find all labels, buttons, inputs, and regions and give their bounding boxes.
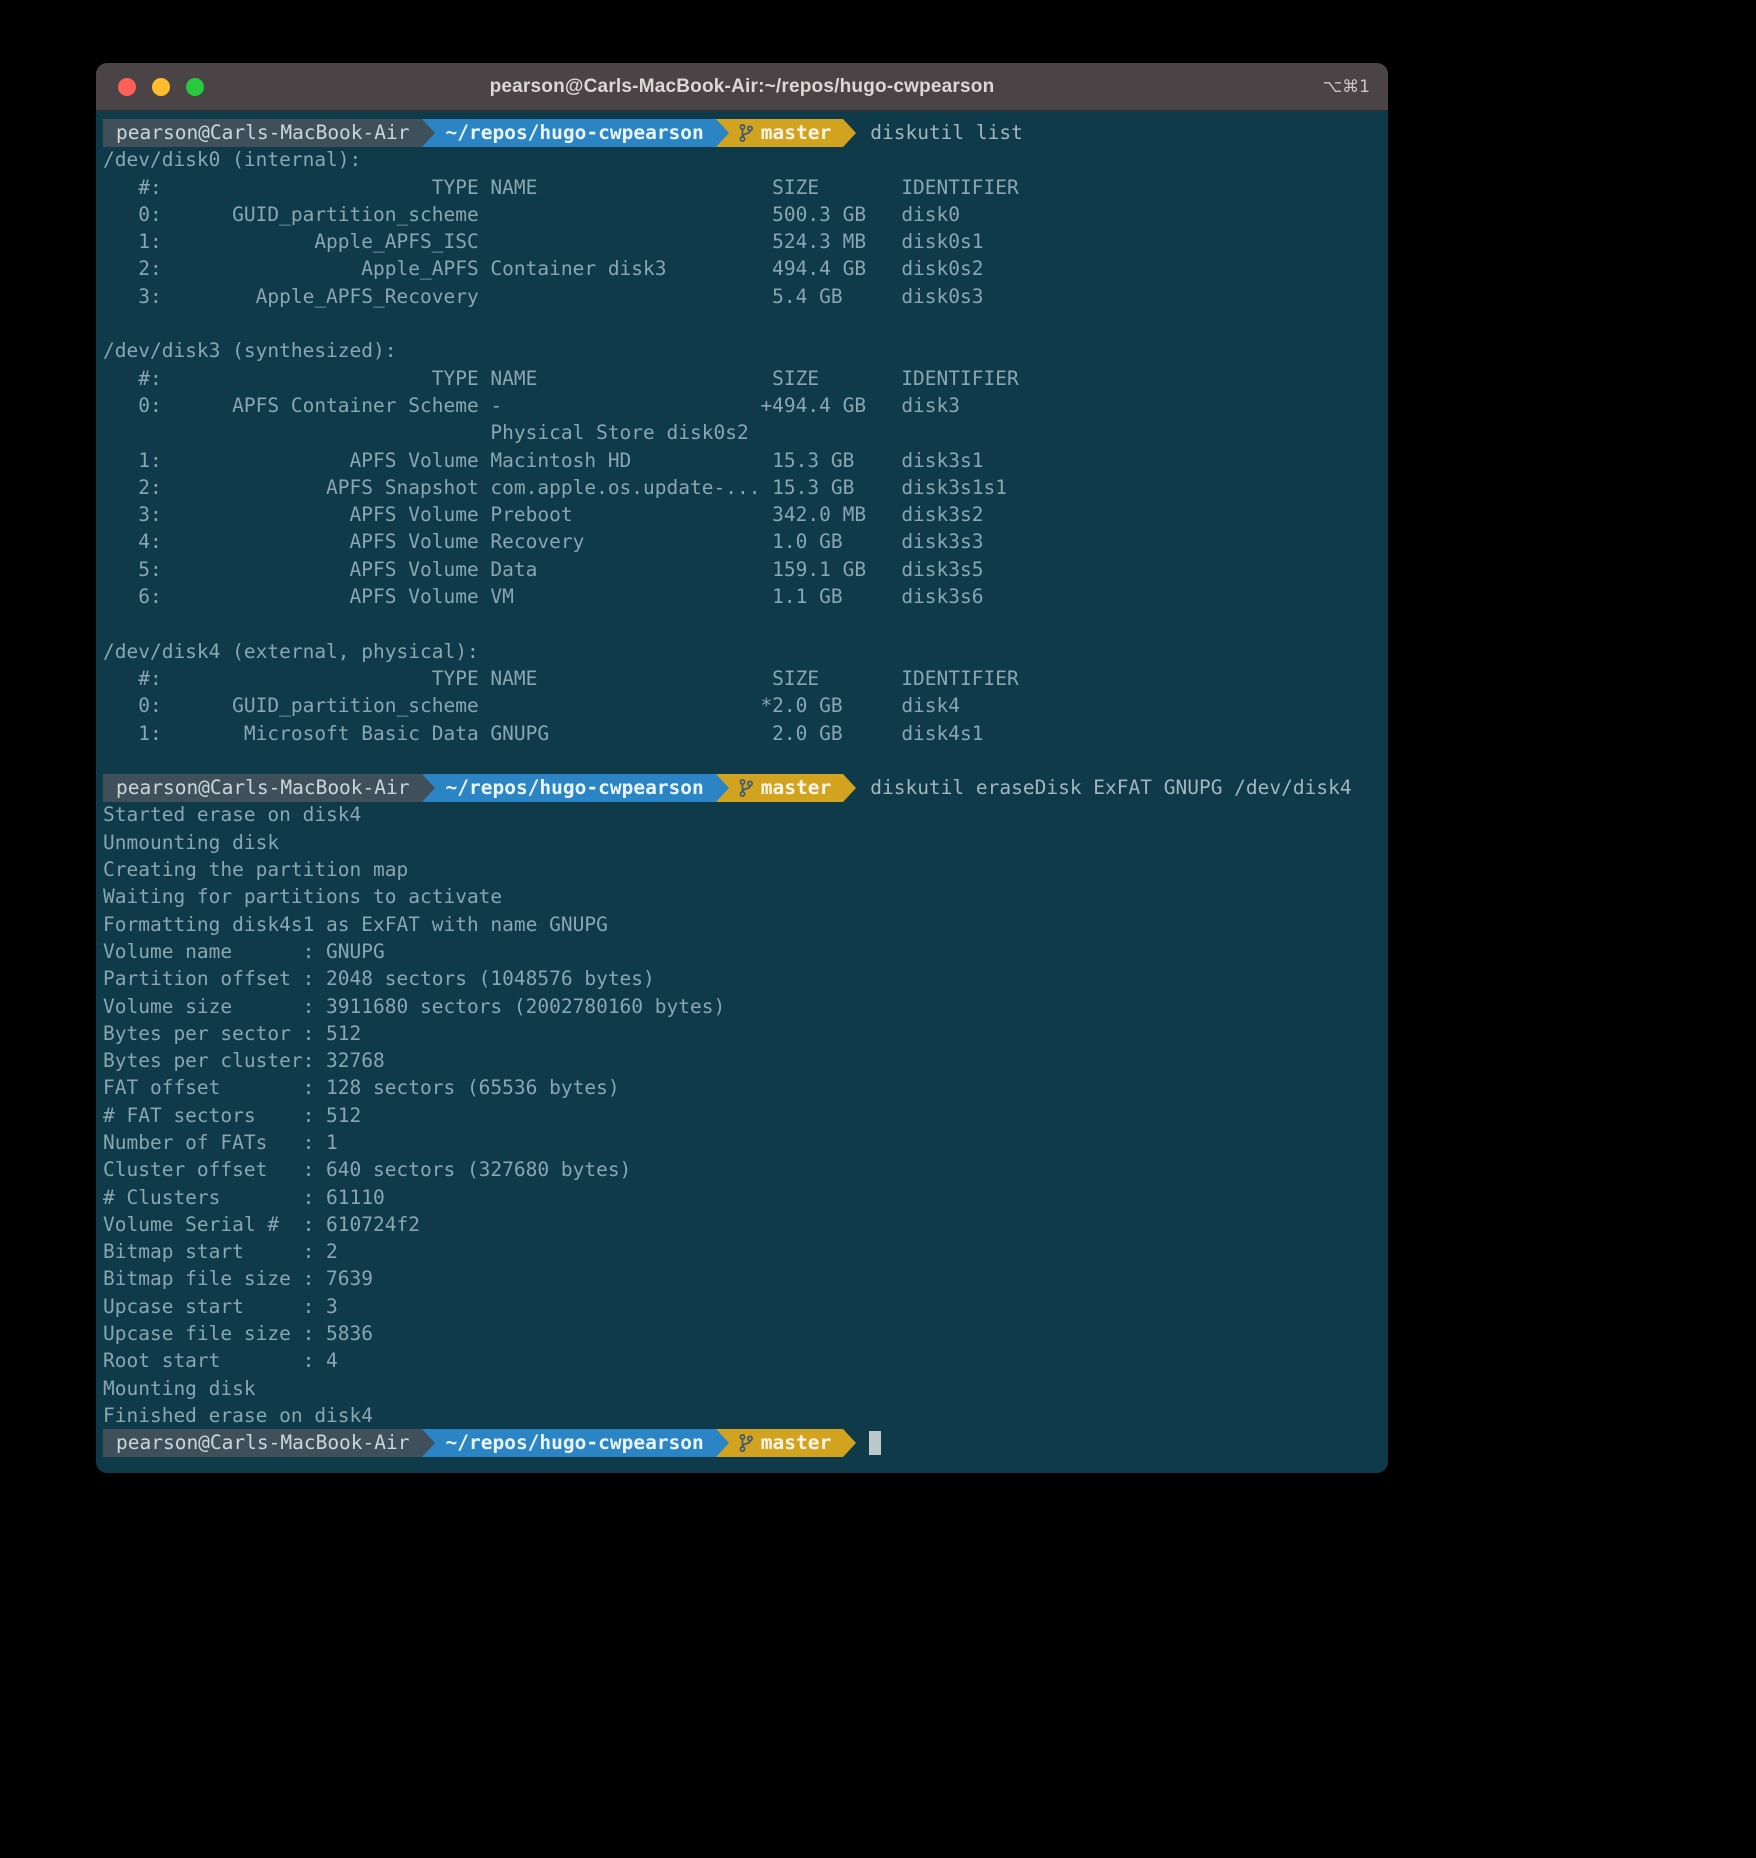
powerline-arrow-icon	[422, 774, 435, 802]
output-line: 1: Microsoft Basic Data GNUPG 2.0 GB dis…	[103, 720, 1380, 747]
output-line: Partition offset : 2048 sectors (1048576…	[103, 965, 1380, 992]
prompt-branch-segment: master	[729, 119, 843, 147]
output-line: 5: APFS Volume Data 159.1 GB disk3s5	[103, 556, 1380, 583]
window-title: pearson@Carls-MacBook-Air:~/repos/hugo-c…	[96, 76, 1388, 98]
output-line: Volume Serial # : 610724f2	[103, 1211, 1380, 1238]
output-line: 3: Apple_APFS_Recovery 5.4 GB disk0s3	[103, 283, 1380, 310]
output-line: Physical Store disk0s2	[103, 419, 1380, 446]
command-text: diskutil eraseDisk ExFAT GNUPG /dev/disk…	[870, 774, 1351, 801]
output-line: 3: APFS Volume Preboot 342.0 MB disk3s2	[103, 501, 1380, 528]
prompt-user-segment: pearson@Carls-MacBook-Air	[103, 1429, 422, 1457]
terminal-lines: pearson@Carls-MacBook-Air ~/repos/hugo-c…	[103, 119, 1380, 1457]
output-line: 2: Apple_APFS Container disk3 494.4 GB d…	[103, 255, 1380, 282]
output-line: 0: APFS Container Scheme - +494.4 GB dis…	[103, 392, 1380, 419]
prompt-branch-segment: master	[729, 774, 843, 802]
powerline-arrow-icon	[422, 119, 435, 147]
output-line: 4: APFS Volume Recovery 1.0 GB disk3s3	[103, 528, 1380, 555]
powerline-arrow-icon	[716, 1429, 729, 1457]
output-line: Volume size : 3911680 sectors (200278016…	[103, 993, 1380, 1020]
output-line: Creating the partition map	[103, 856, 1380, 883]
output-line: Cluster offset : 640 sectors (327680 byt…	[103, 1156, 1380, 1183]
output-line: 0: GUID_partition_scheme 500.3 GB disk0	[103, 201, 1380, 228]
minimize-button[interactable]	[152, 78, 170, 96]
prompt-path-text: ~/repos/hugo-cwpearson	[446, 119, 704, 146]
powerline-arrow-icon	[843, 774, 856, 802]
prompt-user-segment: pearson@Carls-MacBook-Air	[103, 119, 422, 147]
output-line: 1: APFS Volume Macintosh HD 15.3 GB disk…	[103, 447, 1380, 474]
powerline-arrow-icon	[716, 119, 729, 147]
prompt-user-segment: pearson@Carls-MacBook-Air	[103, 774, 422, 802]
output-line: /dev/disk4 (external, physical):	[103, 638, 1380, 665]
prompt-path-text: ~/repos/hugo-cwpearson	[446, 1429, 704, 1456]
output-line: Mounting disk	[103, 1375, 1380, 1402]
output-line: # Clusters : 61110	[103, 1184, 1380, 1211]
output-line: Waiting for partitions to activate	[103, 883, 1380, 910]
output-line	[103, 610, 1380, 637]
prompt-path-segment: ~/repos/hugo-cwpearson	[435, 774, 716, 802]
prompt-user-text: pearson@Carls-MacBook-Air	[116, 774, 410, 801]
prompt-branch-text: master	[761, 774, 831, 801]
prompt-branch-text: master	[761, 119, 831, 146]
output-line: Bitmap file size : 7639	[103, 1265, 1380, 1292]
output-line: Started erase on disk4	[103, 801, 1380, 828]
output-line: Bytes per sector : 512	[103, 1020, 1380, 1047]
output-line: Upcase file size : 5836	[103, 1320, 1380, 1347]
terminal-window: pearson@Carls-MacBook-Air:~/repos/hugo-c…	[96, 63, 1388, 1473]
terminal-cursor	[869, 1431, 881, 1455]
prompt-line: pearson@Carls-MacBook-Air ~/repos/hugo-c…	[103, 1429, 1380, 1456]
output-line: /dev/disk3 (synthesized):	[103, 337, 1380, 364]
output-line: #: TYPE NAME SIZE IDENTIFIER	[103, 665, 1380, 692]
output-line: Bytes per cluster: 32768	[103, 1047, 1380, 1074]
prompt-line: pearson@Carls-MacBook-Air ~/repos/hugo-c…	[103, 119, 1380, 146]
powerline-arrow-icon	[843, 119, 856, 147]
output-line: Formatting disk4s1 as ExFAT with name GN…	[103, 911, 1380, 938]
output-line: Number of FATs : 1	[103, 1129, 1380, 1156]
prompt-path-segment: ~/repos/hugo-cwpearson	[435, 119, 716, 147]
window-shortcut-badge: ⌥⌘1	[1323, 63, 1370, 110]
prompt-path-segment: ~/repos/hugo-cwpearson	[435, 1429, 716, 1457]
output-line: Volume name : GNUPG	[103, 938, 1380, 965]
prompt-branch-segment: master	[729, 1429, 843, 1457]
output-line: Finished erase on disk4	[103, 1402, 1380, 1429]
output-line: #: TYPE NAME SIZE IDENTIFIER	[103, 365, 1380, 392]
output-line: Unmounting disk	[103, 829, 1380, 856]
output-line: Upcase start : 3	[103, 1293, 1380, 1320]
zoom-button[interactable]	[186, 78, 204, 96]
close-button[interactable]	[118, 78, 136, 96]
output-line: 1: Apple_APFS_ISC 524.3 MB disk0s1	[103, 228, 1380, 255]
output-line: /dev/disk0 (internal):	[103, 146, 1380, 173]
powerline-arrow-icon	[716, 774, 729, 802]
output-line: #: TYPE NAME SIZE IDENTIFIER	[103, 174, 1380, 201]
output-line	[103, 310, 1380, 337]
terminal-content[interactable]: pearson@Carls-MacBook-Air ~/repos/hugo-c…	[96, 111, 1388, 1473]
prompt-line: pearson@Carls-MacBook-Air ~/repos/hugo-c…	[103, 774, 1380, 801]
output-line: 2: APFS Snapshot com.apple.os.update-...…	[103, 474, 1380, 501]
git-branch-icon	[738, 778, 754, 798]
prompt-path-text: ~/repos/hugo-cwpearson	[446, 774, 704, 801]
prompt-user-text: pearson@Carls-MacBook-Air	[116, 1429, 410, 1456]
output-line: 6: APFS Volume VM 1.1 GB disk3s6	[103, 583, 1380, 610]
output-line	[103, 747, 1380, 774]
powerline-arrow-icon	[422, 1429, 435, 1457]
output-line: FAT offset : 128 sectors (65536 bytes)	[103, 1074, 1380, 1101]
output-line: Bitmap start : 2	[103, 1238, 1380, 1265]
prompt-branch-text: master	[761, 1429, 831, 1456]
traffic-lights	[118, 63, 204, 110]
git-branch-icon	[738, 123, 754, 143]
output-line: Root start : 4	[103, 1347, 1380, 1374]
git-branch-icon	[738, 1433, 754, 1453]
titlebar[interactable]: pearson@Carls-MacBook-Air:~/repos/hugo-c…	[96, 63, 1388, 111]
output-line: # FAT sectors : 512	[103, 1102, 1380, 1129]
command-text: diskutil list	[870, 119, 1023, 146]
output-line: 0: GUID_partition_scheme *2.0 GB disk4	[103, 692, 1380, 719]
prompt-user-text: pearson@Carls-MacBook-Air	[116, 119, 410, 146]
powerline-arrow-icon	[843, 1429, 856, 1457]
